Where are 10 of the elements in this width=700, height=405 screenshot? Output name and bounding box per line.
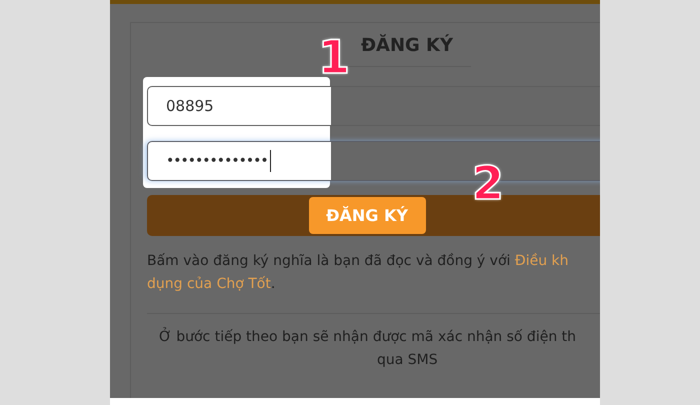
terms-text: Bấm vào đăng ký nghĩa là bạn đã đọc và đồng ý với <box>147 253 512 269</box>
text-caret <box>270 150 271 172</box>
phone-field[interactable]: 08895 <box>147 86 600 126</box>
form-title: ĐĂNG KÝ <box>342 35 472 67</box>
terms-link[interactable]: dụng của Chợ Tốt <box>147 276 271 292</box>
terms-text: . <box>270 276 276 292</box>
terms-link[interactable]: Điều kh <box>514 253 569 269</box>
register-button[interactable]: ĐĂNG KÝ <box>308 197 426 234</box>
sms-note-text: qua SMS <box>377 351 438 370</box>
sms-note-text: Ở bước tiếp theo bạn sẽ nhận được mã xác nhận số điện th <box>159 326 576 347</box>
